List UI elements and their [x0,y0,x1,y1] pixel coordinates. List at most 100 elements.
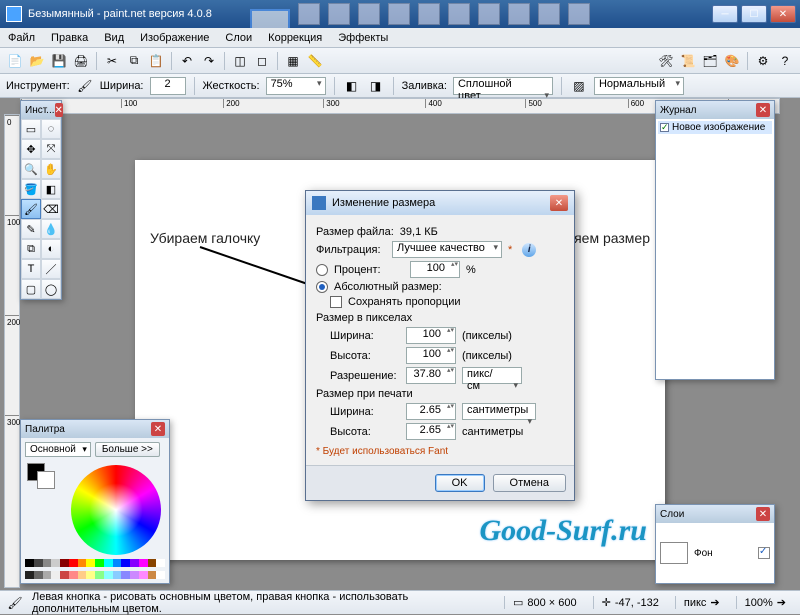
open-icon[interactable]: 📂 [28,52,46,70]
pr-height-unit: сантиметры [462,426,523,438]
tool-pencil[interactable]: ✎ [21,219,41,239]
palette-row-1[interactable] [25,559,165,567]
hardness-combo[interactable]: 75% [266,77,326,95]
width-label: Ширина: [100,80,144,92]
dialog-titlebar[interactable]: Изменение размера ✕ [306,191,574,215]
help-icon[interactable]: ? [776,52,794,70]
info-icon[interactable]: i [522,243,536,257]
tools-panel[interactable]: Инст... ✕ ▭ ◌ ✥ ⤧ 🔍 ✋ 🪣 ◧ 🖌 ⌫ ✎ 💧 ⧉ ◐ T … [20,100,62,300]
dialog-title-text: Изменение размера [332,197,435,209]
settings-icon[interactable]: ⚙ [754,52,772,70]
tool-line[interactable]: ／ [41,259,61,279]
cut-icon[interactable]: ✂ [103,52,121,70]
paste-icon[interactable]: 📋 [147,52,165,70]
tool-pan[interactable]: ✋ [41,159,61,179]
filesize-label: Размер файла: [316,226,394,238]
blend-icon[interactable]: ◨ [367,77,385,95]
menu-file[interactable]: Файл [0,32,43,44]
tool-rect-select[interactable]: ▭ [21,119,41,139]
pr-width-input[interactable]: 2.65 [406,403,456,420]
percent-radio[interactable] [316,264,328,276]
tool-lasso[interactable]: ◌ [41,119,61,139]
tool-eraser[interactable]: ⌫ [41,199,61,219]
layers-panel[interactable]: Слои ✕ Фон [655,504,775,584]
brush-width-input[interactable]: 2 [150,77,186,95]
new-icon[interactable]: 📄 [6,52,24,70]
tools-panel-close[interactable]: ✕ [55,103,63,117]
print-icon[interactable]: 🖨 [72,52,90,70]
status-unit[interactable]: пикс [684,597,707,609]
tool-picker[interactable]: 💧 [41,219,61,239]
colors-toggle-icon[interactable]: 🎨 [723,52,741,70]
color-mode-select[interactable]: Основной [25,442,91,457]
copy-icon[interactable]: ⧉ [125,52,143,70]
status-unit-arrow[interactable]: ➔ [710,596,719,609]
blendmode-combo[interactable]: Нормальный [594,77,684,95]
tool-zoom[interactable]: 🔍 [21,159,41,179]
save-icon[interactable]: 💾 [50,52,68,70]
layer-visible-checkbox[interactable] [758,547,770,559]
tool-recolor[interactable]: ◐ [41,239,61,259]
tool-rect[interactable]: ▢ [21,279,41,299]
instrument-brush-icon[interactable]: 🖌 [76,77,94,95]
statusbar: 🖌 Левая кнопка - рисовать основным цвето… [0,590,800,614]
status-zoom-arrow[interactable]: ➔ [777,596,786,609]
menu-effects[interactable]: Эффекты [330,32,396,44]
ruler-icon[interactable]: 📏 [306,52,324,70]
tool-move[interactable]: ✥ [21,139,41,159]
undo-icon[interactable]: ↶ [178,52,196,70]
minimize-button[interactable]: ─ [712,5,738,23]
colors-more-button[interactable]: Больше >> [95,442,160,457]
layers-toggle-icon[interactable]: 🗂 [701,52,719,70]
dialog-close-button[interactable]: ✕ [550,195,568,211]
tool-move-sel[interactable]: ⤧ [41,139,61,159]
close-button[interactable]: ✕ [770,5,796,23]
px-width-input[interactable]: 100 [406,327,456,344]
menu-adjust[interactable]: Коррекция [260,32,330,44]
crop-icon[interactable]: ◫ [231,52,249,70]
px-height-input[interactable]: 100 [406,347,456,364]
res-unit-combo[interactable]: пикс/см [462,367,522,384]
menu-image[interactable]: Изображение [132,32,217,44]
alpha-icon[interactable]: ▨ [570,77,588,95]
colors-panel[interactable]: Палитра ✕ Основной Больше >> [20,419,170,584]
history-item[interactable]: Новое изображение [658,121,772,134]
filter-combo[interactable]: Лучшее качество [392,241,502,258]
layers-panel-close[interactable]: ✕ [756,507,770,521]
redo-icon[interactable]: ↷ [200,52,218,70]
status-brush-icon: 🖌 [6,594,24,612]
tool-shape[interactable]: ◯ [41,279,61,299]
history-panel[interactable]: Журнал ✕ Новое изображение [655,100,775,380]
tool-clone[interactable]: ⧉ [21,239,41,259]
print-size-heading: Размер при печати [316,388,564,400]
tool-gradient[interactable]: ◧ [41,179,61,199]
antialias-icon[interactable]: ◧ [343,77,361,95]
percent-input[interactable]: 100 [410,261,460,278]
palette-row-2[interactable] [25,571,165,579]
history-panel-close[interactable]: ✕ [756,103,770,117]
dialog-icon [312,196,326,210]
menu-view[interactable]: Вид [96,32,132,44]
cancel-button[interactable]: Отмена [493,474,566,492]
tools-toggle-icon[interactable]: 🛠 [657,52,675,70]
tool-text[interactable]: T [21,259,41,279]
keep-ratio-checkbox[interactable] [330,296,342,308]
colors-panel-close[interactable]: ✕ [151,422,165,436]
deselect-icon[interactable]: ◻ [253,52,271,70]
fill-combo[interactable]: Сплошной цвет [453,77,553,95]
menu-layers[interactable]: Слои [217,32,260,44]
grid-icon[interactable]: ▦ [284,52,302,70]
tool-brush[interactable]: 🖌 [21,199,41,219]
absolute-radio[interactable] [316,281,328,293]
pr-height-input[interactable]: 2.65 [406,423,456,440]
maximize-button[interactable]: ☐ [741,5,767,23]
res-input[interactable]: 37.80 [406,367,456,384]
tool-fill[interactable]: 🪣 [21,179,41,199]
pr-unit-combo[interactable]: сантиметры [462,403,536,420]
history-toggle-icon[interactable]: 📜 [679,52,697,70]
menu-edit[interactable]: Правка [43,32,96,44]
layer-thumb[interactable] [660,542,688,564]
ok-button[interactable]: OK [435,474,485,492]
color-wheel[interactable] [71,465,161,555]
color-swatches[interactable] [27,463,57,487]
